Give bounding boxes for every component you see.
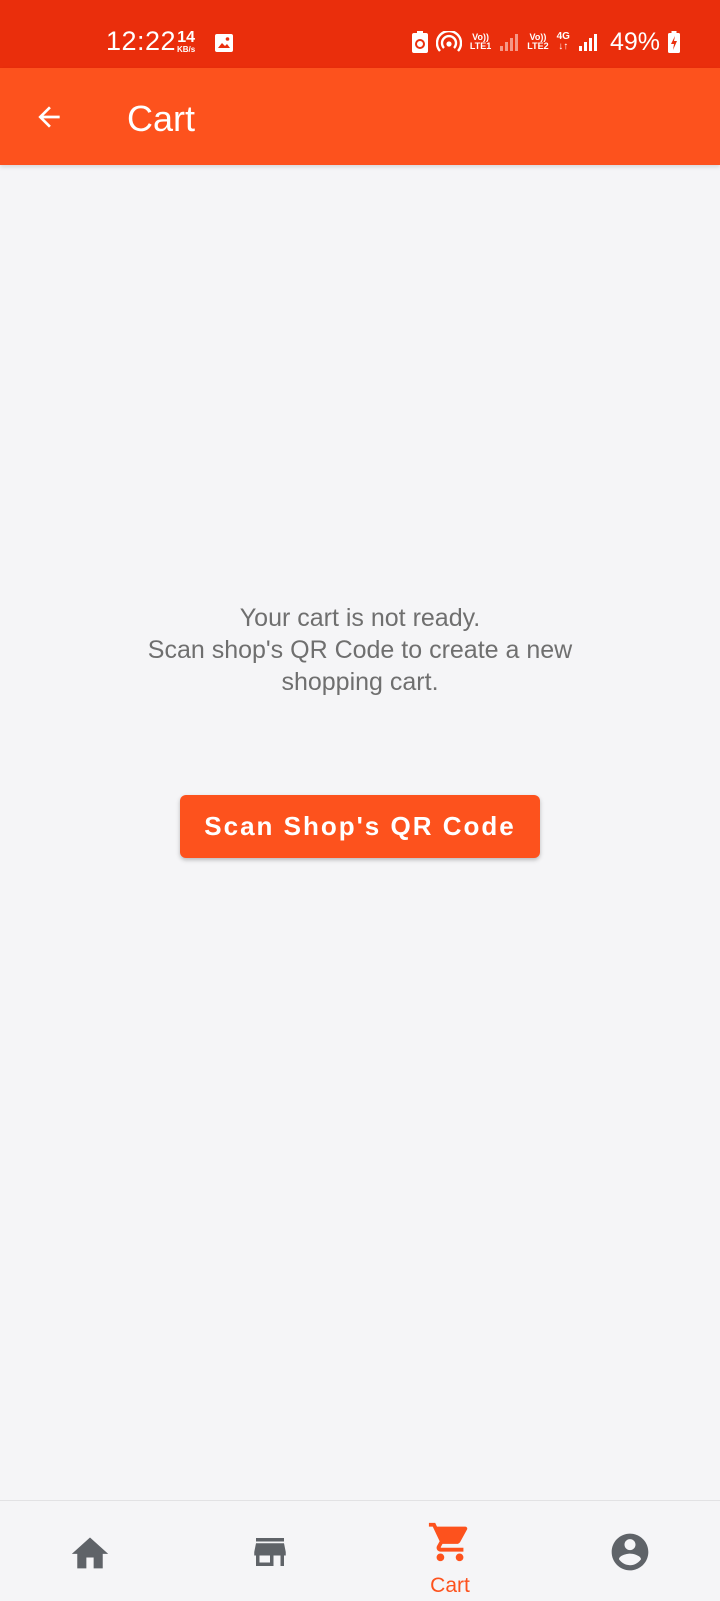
home-icon [71, 1537, 109, 1569]
empty-cart-message: Your cart is not ready. Scan shop's QR C… [60, 602, 660, 698]
app-bar: Cart [0, 68, 720, 165]
volte-sim1: Vo)) LTE1 [470, 33, 491, 51]
data-arrows-icon: ↓↑ [558, 41, 569, 52]
volte1-bottom: LTE1 [469, 41, 492, 51]
nav-item-cart-label: Cart [430, 1574, 470, 1597]
status-indicators: Vo)) LTE1 Vo)) LTE2 4G ↓↑ 49% [411, 27, 680, 57]
battery-saver-icon [411, 31, 428, 53]
empty-cart-line-2: Scan shop's QR Code to create a new [147, 636, 573, 664]
nav-item-store[interactable] [180, 1501, 360, 1601]
arrow-back-icon [38, 106, 60, 128]
empty-cart-line-3: shopping cart. [281, 668, 439, 696]
nav-item-account[interactable] [540, 1501, 720, 1601]
network-speed: 14 KB/s [177, 30, 195, 54]
volte2-bottom: LTE2 [527, 41, 549, 51]
battery-percentage: 49% [609, 27, 660, 56]
nav-item-cart[interactable]: Cart [360, 1501, 540, 1601]
network-speed-value: 14 [177, 29, 196, 46]
volte-sim2: Vo)) LTE2 [527, 33, 548, 51]
battery-charging-icon [668, 31, 680, 53]
status-bar: 12:22 14 KB/s Vo)) LTE1 Vo)) LTE2 4G ↓↑ … [0, 0, 720, 68]
store-icon [254, 1538, 286, 1566]
signal-sim1-icon [500, 34, 519, 51]
gallery-notification-icon [214, 33, 234, 58]
status-time: 12:22 [106, 26, 177, 56]
empty-cart-line-1: Your cart is not ready. [239, 604, 481, 632]
hotspot-icon [435, 31, 462, 52]
cart-icon [428, 1522, 468, 1562]
bottom-navigation: Cart [0, 1500, 720, 1600]
nav-item-home[interactable] [0, 1501, 180, 1601]
account-circle-icon [611, 1533, 649, 1571]
signal-sim2-icon [578, 34, 597, 51]
network-type: 4G ↓↑ [557, 32, 570, 52]
page-title: Cart [127, 98, 196, 139]
scan-qr-code-button[interactable]: Scan Shop's QR Code [180, 795, 540, 858]
back-button[interactable] [28, 96, 70, 138]
network-speed-unit: KB/s [177, 45, 196, 54]
